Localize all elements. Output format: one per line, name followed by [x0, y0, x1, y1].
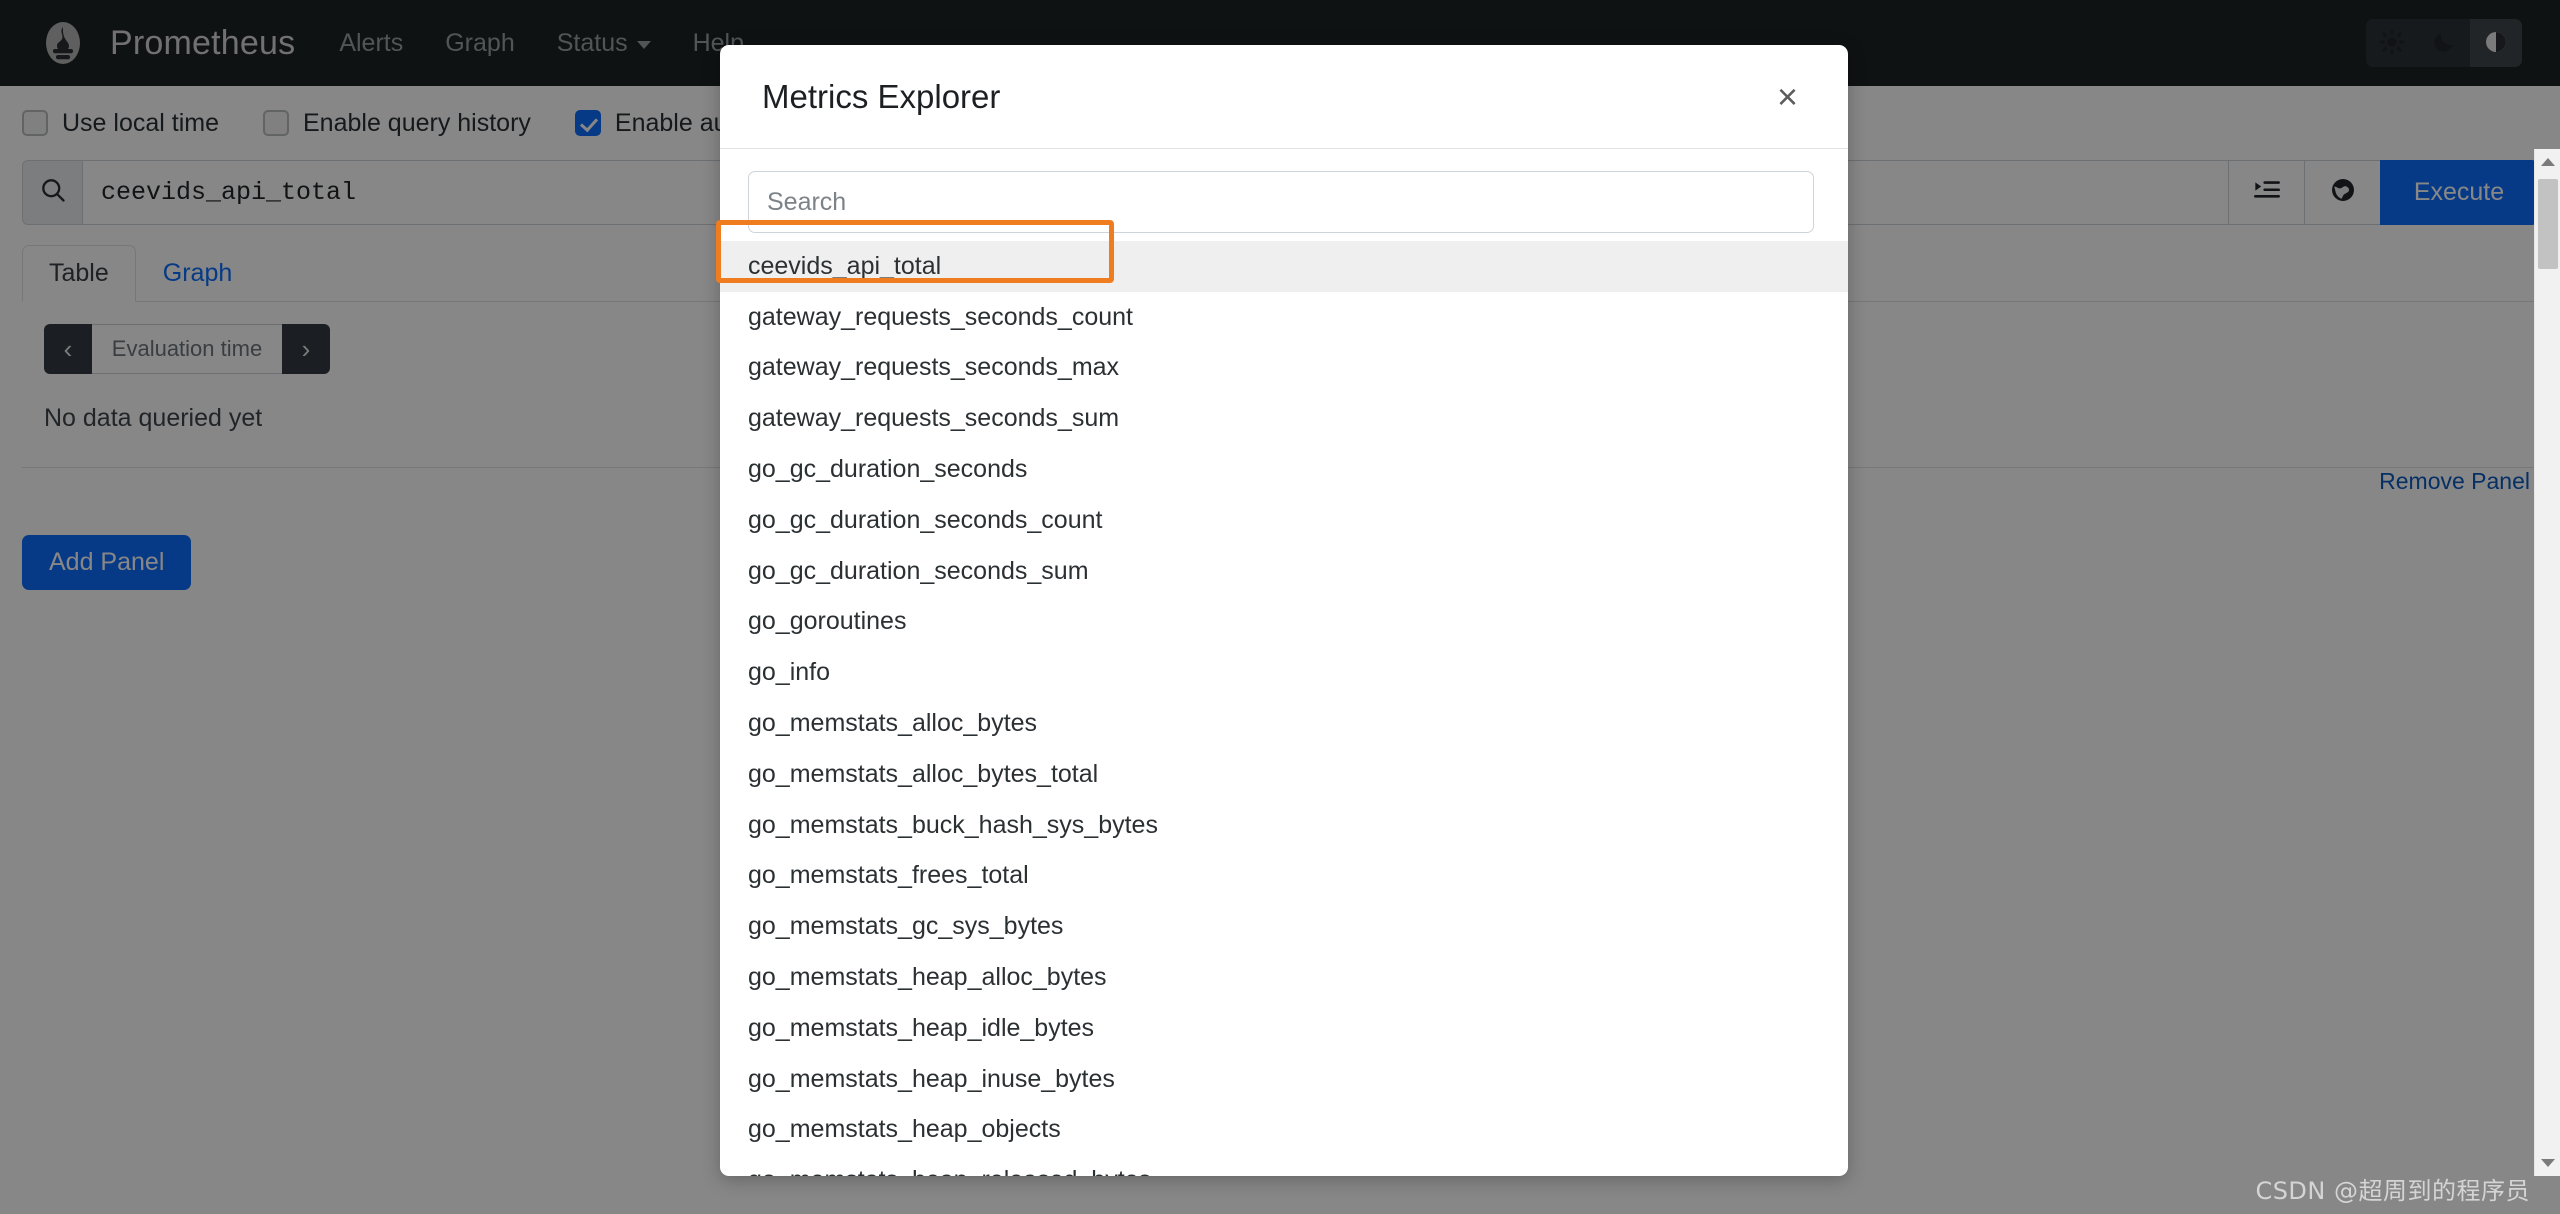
- metric-list-item[interactable]: go_memstats_alloc_bytes_total: [720, 749, 1848, 800]
- metric-name: go_memstats_heap_alloc_bytes: [748, 963, 1107, 992]
- metric-list-item[interactable]: go_memstats_heap_inuse_bytes: [720, 1054, 1848, 1105]
- scroll-down-arrow-button[interactable]: [2535, 1150, 2560, 1176]
- metric-list-item[interactable]: gateway_requests_seconds_count: [720, 292, 1848, 343]
- modal-scrollbar[interactable]: [2534, 149, 2560, 1176]
- metric-list-item[interactable]: go_goroutines: [720, 597, 1848, 648]
- close-icon: ×: [1776, 75, 1798, 117]
- metric-name: go_memstats_heap_objects: [748, 1115, 1061, 1144]
- metric-name: go_memstats_heap_idle_bytes: [748, 1013, 1095, 1042]
- metric-name: go_memstats_heap_inuse_bytes: [748, 1064, 1115, 1093]
- metric-list-item[interactable]: gateway_requests_seconds_sum: [720, 393, 1848, 444]
- metric-list-item[interactable]: go_info: [720, 647, 1848, 698]
- search-wrap: [720, 171, 1848, 233]
- metric-name: go_info: [748, 658, 831, 687]
- metric-name: gateway_requests_seconds_max: [748, 353, 1120, 382]
- metric-list-item[interactable]: go_memstats_heap_idle_bytes: [720, 1003, 1848, 1054]
- modal-title: Metrics Explorer: [762, 77, 1001, 115]
- metric-name: go_memstats_heap_released_bytes: [748, 1166, 1151, 1176]
- scroll-up-arrow-icon: [2540, 158, 2555, 166]
- metric-name: go_memstats_alloc_bytes: [748, 709, 1038, 738]
- metric-list-item[interactable]: ceevids_api_total: [720, 241, 1848, 292]
- metric-name: go_memstats_alloc_bytes_total: [748, 759, 1099, 788]
- metric-list-item[interactable]: go_memstats_heap_alloc_bytes: [720, 952, 1848, 1003]
- metric-name: gateway_requests_seconds_sum: [748, 404, 1120, 433]
- metric-name: go_memstats_buck_hash_sys_bytes: [748, 810, 1158, 839]
- watermark: CSDN @超周到的程序员: [2255, 1177, 2530, 1205]
- metric-list-item[interactable]: go_memstats_heap_released_bytes: [720, 1155, 1848, 1176]
- scrollbar-thumb[interactable]: [2538, 179, 2558, 269]
- metric-name: go_memstats_frees_total: [748, 861, 1029, 890]
- metric-name: go_gc_duration_seconds_count: [748, 505, 1103, 534]
- metric-list-item[interactable]: go_gc_duration_seconds: [720, 444, 1848, 495]
- metric-list-item[interactable]: go_gc_duration_seconds_count: [720, 495, 1848, 546]
- metric-name: ceevids_api_total: [748, 251, 942, 280]
- metric-list-item[interactable]: go_memstats_heap_objects: [720, 1105, 1848, 1156]
- metric-list-item[interactable]: go_memstats_buck_hash_sys_bytes: [720, 800, 1848, 851]
- close-icon-button[interactable]: ×: [1769, 75, 1806, 119]
- scroll-down-arrow-icon: [2540, 1159, 2555, 1167]
- metric-list-item[interactable]: go_memstats_frees_total: [720, 851, 1848, 902]
- metrics-explorer-modal: Metrics Explorer × ceevids_api_totalgate…: [720, 45, 1848, 1176]
- metric-name: go_gc_duration_seconds: [748, 455, 1028, 484]
- metric-list-item[interactable]: gateway_requests_seconds_max: [720, 343, 1848, 394]
- metric-name: go_goroutines: [748, 607, 907, 636]
- metric-list-item[interactable]: go_gc_duration_seconds_sum: [720, 546, 1848, 597]
- metric-list-item[interactable]: go_memstats_gc_sys_bytes: [720, 901, 1848, 952]
- modal-header: Metrics Explorer ×: [720, 45, 1848, 149]
- scroll-up-arrow-button[interactable]: [2535, 149, 2560, 175]
- modal-body: ceevids_api_total gateway_requests_second…: [720, 149, 1848, 1176]
- metric-name: gateway_requests_seconds_count: [748, 302, 1133, 331]
- metric-list-item[interactable]: go_memstats_alloc_bytes: [720, 698, 1848, 749]
- metric-name: go_gc_duration_seconds_sum: [748, 556, 1089, 585]
- metric-name: go_memstats_gc_sys_bytes: [748, 912, 1064, 941]
- metrics-list: ceevids_api_total gateway_requests_second…: [720, 241, 1848, 1176]
- metrics-search-input[interactable]: [748, 171, 1814, 233]
